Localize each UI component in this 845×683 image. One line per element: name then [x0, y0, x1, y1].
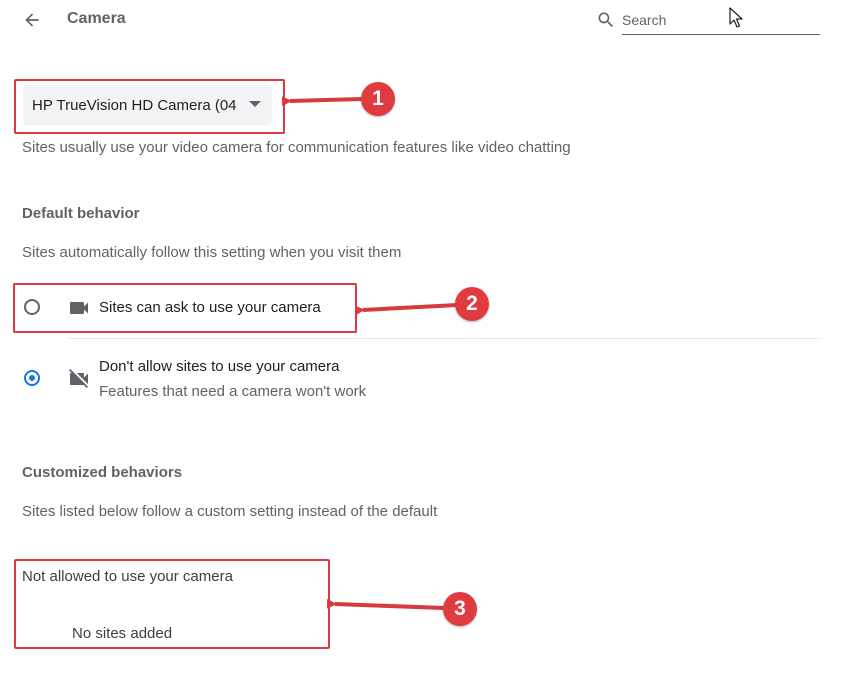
- radio-dont-allow[interactable]: [24, 370, 40, 386]
- customized-behaviors-heading: Customized behaviors: [22, 464, 183, 481]
- option-dont-allow-label[interactable]: Don't allow sites to use your camera: [99, 358, 339, 375]
- annotation-box-2: [13, 283, 357, 333]
- camera-off-icon: [69, 369, 88, 388]
- annotation-arrow-1: [281, 96, 363, 107]
- annotation-arrow-2: [354, 303, 458, 316]
- page-title: Camera: [67, 10, 126, 27]
- back-button[interactable]: [18, 6, 46, 34]
- search-input[interactable]: [622, 6, 820, 35]
- annotation-box-3: [14, 559, 330, 649]
- annotation-badge-2: 2: [455, 287, 489, 321]
- camera-description: Sites usually use your video camera for …: [22, 139, 571, 156]
- back-arrow-icon: [25, 13, 39, 27]
- default-behavior-heading: Default behavior: [22, 205, 140, 222]
- annotation-box-1: [14, 79, 285, 134]
- search-icon: [598, 12, 614, 28]
- annotation-badge-1: 1: [361, 82, 395, 116]
- annotation-badge-3: 3: [443, 592, 477, 626]
- customized-behaviors-description: Sites listed below follow a custom setti…: [22, 503, 438, 520]
- option-dont-allow-sublabel: Features that need a camera won't work: [99, 383, 367, 400]
- annotation-arrow-3: [326, 598, 445, 610]
- mouse-cursor-icon: [729, 7, 743, 28]
- default-behavior-description: Sites automatically follow this setting …: [22, 244, 402, 261]
- option-divider: [68, 338, 822, 339]
